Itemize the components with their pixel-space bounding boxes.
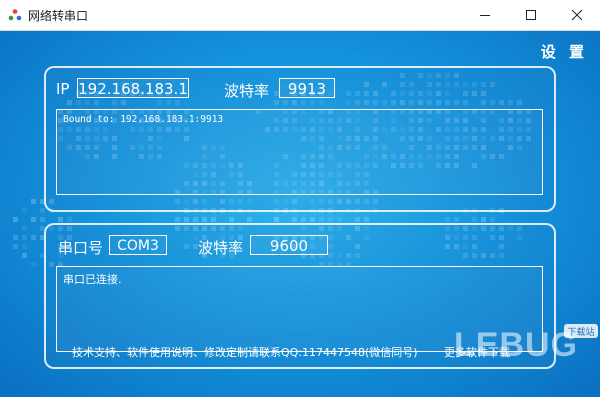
map-dot <box>22 208 27 213</box>
map-dot <box>184 217 189 222</box>
close-icon <box>571 9 583 21</box>
serial-port-label: 串口号 <box>58 239 104 257</box>
watermark-text: LEBUG <box>454 326 578 364</box>
map-dot <box>319 217 324 222</box>
map-dot <box>31 217 36 222</box>
map-dot <box>274 217 279 222</box>
watermark-sub: 下载站 <box>567 326 594 338</box>
map-dot <box>31 199 36 204</box>
map-dot <box>175 217 180 222</box>
serial-baud-label: 波特率 <box>198 239 244 257</box>
map-dot <box>211 217 216 222</box>
window-title: 网络转串口 <box>28 9 89 23</box>
map-dot <box>292 217 297 222</box>
map-dot <box>31 235 36 240</box>
main-area: 设 置 IP 192.168.183.1 波特率 9913 Bound to: … <box>0 31 600 397</box>
map-dot <box>337 217 342 222</box>
map-dot <box>22 253 27 258</box>
map-dot <box>364 217 369 222</box>
map-dot <box>40 208 45 213</box>
map-dot <box>328 217 333 222</box>
map-dot <box>193 217 198 222</box>
map-dot <box>229 217 234 222</box>
map-dot <box>454 217 459 222</box>
map-dot <box>202 217 207 222</box>
support-text: 技术支持、软件使用说明、修改定制请联系QQ:117447548(微信同号) <box>72 346 418 359</box>
watermark-logo: LEBUG 下载站 <box>454 324 598 364</box>
map-dot <box>22 244 27 249</box>
network-log-area[interactable]: Bound to: 192.168.183.1:9913 <box>56 109 543 195</box>
map-dot <box>40 217 45 222</box>
map-dot <box>445 217 450 222</box>
serial-baud-input[interactable]: 9600 <box>250 235 328 255</box>
maximize-icon <box>526 10 536 20</box>
network-baud-input[interactable]: 9913 <box>279 78 335 98</box>
map-dot <box>472 217 477 222</box>
minimize-button[interactable] <box>462 0 508 30</box>
map-dot <box>31 262 36 267</box>
map-dot <box>481 217 486 222</box>
map-dot <box>247 217 252 222</box>
settings-button[interactable]: 设 置 <box>541 41 588 62</box>
map-dot <box>355 217 360 222</box>
minimize-icon <box>480 15 490 16</box>
ip-input[interactable]: 192.168.183.1 <box>77 78 189 98</box>
map-dot <box>22 226 27 231</box>
map-dot <box>58 217 63 222</box>
network-baud-label: 波特率 <box>224 82 270 100</box>
map-dot <box>13 244 18 249</box>
maximize-button[interactable] <box>508 0 554 30</box>
map-dot <box>67 217 72 222</box>
serial-port-select[interactable]: COM3 <box>109 235 167 255</box>
map-dot <box>22 235 27 240</box>
ip-label: IP <box>56 80 70 98</box>
network-log-text: Bound to: 192.168.183.1:9913 <box>63 114 224 125</box>
map-dot <box>13 235 18 240</box>
map-dot <box>301 217 306 222</box>
network-panel: IP 192.168.183.1 波特率 9913 Bound to: 192.… <box>44 66 556 212</box>
map-dot <box>310 217 315 222</box>
title-bar[interactable]: 网络转串口 <box>0 0 600 31</box>
close-button[interactable] <box>554 0 600 30</box>
map-dot <box>490 217 495 222</box>
app-icon <box>8 9 22 21</box>
map-dot <box>13 217 18 222</box>
serial-log-text: 串口已连接. <box>63 273 122 286</box>
